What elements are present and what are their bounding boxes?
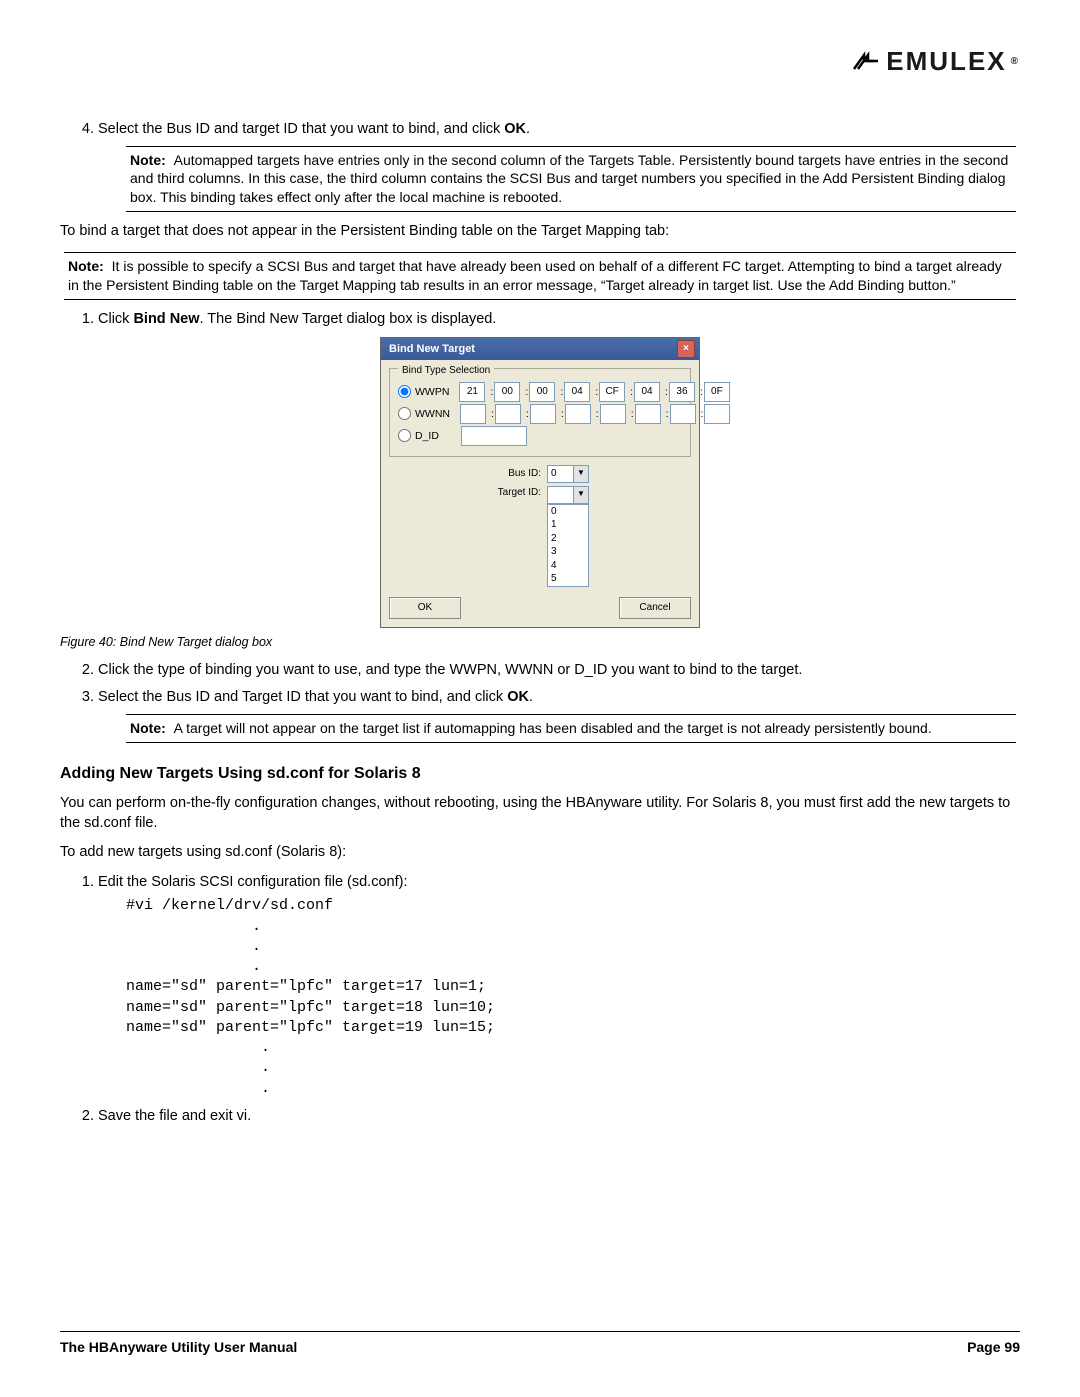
brand-logo: EMULEX®	[852, 44, 1020, 79]
hex-5[interactable]	[634, 382, 660, 402]
page-footer: The HBAnyware Utility User Manual Page 9…	[60, 1331, 1020, 1357]
footer-title: The HBAnyware Utility User Manual	[60, 1338, 297, 1357]
bindnew-step-2: Click the type of binding you want to us…	[98, 661, 1020, 681]
targetid-dropdown[interactable]: ▼	[547, 486, 589, 504]
hex-7[interactable]	[704, 382, 730, 402]
radio-did[interactable]	[398, 429, 411, 442]
figure-caption: Figure 40: Bind New Target dialog box	[60, 634, 1020, 651]
close-icon[interactable]: ×	[677, 340, 695, 358]
chevron-down-icon: ▼	[573, 487, 588, 503]
ok-button[interactable]: OK	[389, 597, 461, 619]
hex-4[interactable]	[599, 382, 625, 402]
hex-3[interactable]	[564, 382, 590, 402]
radio-wwpn[interactable]	[398, 385, 411, 398]
wwnn-hex-group: : : : : : : :	[460, 404, 734, 424]
bind-new-intro: To bind a target that does not appear in…	[60, 222, 1020, 242]
brand-text: EMULEX	[886, 44, 1006, 79]
hex-2[interactable]	[529, 382, 555, 402]
dialog-title: Bind New Target	[389, 342, 475, 357]
bindnew-step-3: Select the Bus ID and Target ID that you…	[98, 688, 1020, 742]
chevron-down-icon: ▼	[573, 466, 588, 482]
sdconf-step-2: Save the file and exit vi.	[98, 1107, 1020, 1127]
note-duplicate-target: Note: It is possible to specify a SCSI B…	[64, 252, 1016, 300]
targetid-options[interactable]: 0 1 2 3 4 5	[547, 504, 589, 587]
targetid-label: Target ID:	[491, 486, 541, 500]
section-heading: Adding New Targets Using sd.conf for Sol…	[60, 763, 1020, 785]
busid-label: Bus ID:	[491, 467, 541, 481]
sdconf-para1: You can perform on-the-fly configuration…	[60, 794, 1020, 833]
bind-new-target-dialog: Bind New Target × Bind Type Selection WW…	[380, 337, 700, 628]
footer-page: Page 99	[967, 1338, 1020, 1357]
note-automap-disabled: Note: A target will not appear on the ta…	[126, 714, 1016, 743]
did-field[interactable]	[461, 426, 527, 446]
wwpn-hex-group: : : : : : : :	[459, 382, 733, 402]
sdconf-code: #vi /kernel/drv/sd.conf . . . name="sd" …	[126, 896, 1020, 1099]
bind-type-legend: Bind Type Selection	[398, 365, 494, 376]
hex-1[interactable]	[494, 382, 520, 402]
sdconf-step-1: Edit the Solaris SCSI configuration file…	[98, 873, 1020, 1099]
hex-0[interactable]	[459, 382, 485, 402]
bindnew-step-1: Click Bind New. The Bind New Target dial…	[98, 310, 1020, 330]
cancel-button[interactable]: Cancel	[619, 597, 691, 619]
hex-6[interactable]	[669, 382, 695, 402]
emulex-mark-icon	[852, 51, 880, 73]
sdconf-para2: To add new targets using sd.conf (Solari…	[60, 843, 1020, 863]
radio-wwnn[interactable]	[398, 407, 411, 420]
busid-dropdown[interactable]: 0 ▼	[547, 465, 589, 483]
step-4: Select the Bus ID and target ID that you…	[98, 120, 1020, 212]
note-automapped: Note: Automapped targets have entries on…	[126, 146, 1016, 213]
